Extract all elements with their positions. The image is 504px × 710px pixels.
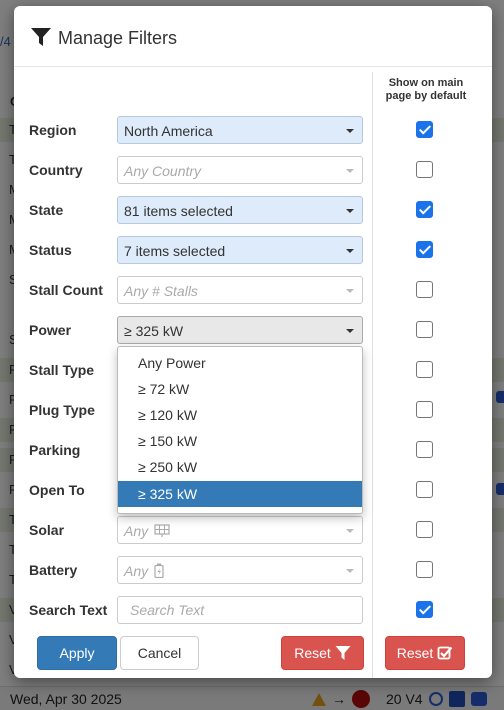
stall-type-show-checkbox[interactable] — [416, 361, 433, 378]
power-dropdown-menu: Any Power ≥ 72 kW ≥ 120 kW ≥ 150 kW ≥ 25… — [117, 346, 363, 514]
chevron-down-icon — [346, 569, 354, 573]
stall-type-label: Stall Type — [29, 362, 95, 378]
power-show-checkbox[interactable] — [416, 321, 433, 338]
chevron-down-icon — [346, 329, 354, 333]
search-text-input[interactable] — [117, 596, 363, 624]
country-select[interactable]: Any Country — [117, 156, 363, 184]
chevron-down-icon — [346, 169, 354, 173]
stall-count-select[interactable]: Any # Stalls — [117, 276, 363, 304]
status-select[interactable]: 7 items selected — [117, 236, 363, 264]
plug-type-label: Plug Type — [29, 402, 95, 418]
plug-type-show-checkbox[interactable] — [416, 401, 433, 418]
country-show-checkbox[interactable] — [416, 161, 433, 178]
region-show-checkbox[interactable] — [416, 121, 433, 138]
power-label: Power — [29, 322, 72, 338]
modal-title: Manage Filters — [58, 28, 178, 48]
battery-label: Battery — [29, 562, 78, 578]
state-show-checkbox[interactable] — [416, 201, 433, 218]
manage-filters-modal: Manage Filters Show on main page by defa… — [14, 6, 492, 678]
power-option-250[interactable]: ≥ 250 kW — [118, 454, 362, 480]
battery-select[interactable]: Any — [117, 556, 363, 584]
state-select[interactable]: 81 items selected — [117, 196, 363, 224]
battery-icon — [154, 563, 164, 578]
power-select[interactable]: ≥ 325 kW — [117, 316, 363, 344]
power-option-150[interactable]: ≥ 150 kW — [118, 428, 362, 454]
power-option-72[interactable]: ≥ 72 kW — [118, 376, 362, 402]
check-square-icon — [437, 646, 453, 660]
chevron-down-icon — [346, 249, 354, 253]
status-show-checkbox[interactable] — [416, 241, 433, 258]
stall-count-show-checkbox[interactable] — [416, 281, 433, 298]
chevron-down-icon — [346, 289, 354, 293]
open-to-label: Open To — [29, 482, 85, 498]
solar-panel-icon — [154, 524, 170, 537]
search-text-show-checkbox[interactable] — [416, 601, 433, 618]
parking-label: Parking — [29, 442, 81, 458]
solar-show-checkbox[interactable] — [416, 521, 433, 538]
search-text-label: Search Text — [29, 602, 108, 618]
country-label: Country — [29, 162, 83, 178]
region-label: Region — [29, 122, 77, 138]
status-label: Status — [29, 242, 72, 258]
cancel-button[interactable]: Cancel — [120, 636, 199, 670]
funnel-icon — [335, 646, 351, 660]
chevron-down-icon — [346, 129, 354, 133]
reset-defaults-button[interactable]: Reset — [385, 636, 465, 670]
funnel-icon — [31, 28, 51, 46]
power-option-120[interactable]: ≥ 120 kW — [118, 402, 362, 428]
apply-button[interactable]: Apply — [37, 636, 117, 670]
modal-header: Manage Filters — [14, 6, 492, 67]
parking-show-checkbox[interactable] — [416, 441, 433, 458]
power-option-325[interactable]: ≥ 325 kW — [118, 481, 362, 507]
power-option-any[interactable]: Any Power — [118, 350, 362, 376]
state-label: State — [29, 202, 64, 218]
chevron-down-icon — [346, 529, 354, 533]
open-to-show-checkbox[interactable] — [416, 481, 433, 498]
show-on-main-header: Show on main page by default — [385, 77, 467, 102]
solar-label: Solar — [29, 522, 65, 538]
column-divider — [372, 72, 373, 678]
solar-select[interactable]: Any — [117, 516, 363, 544]
reset-filters-button[interactable]: Reset — [281, 636, 364, 670]
chevron-down-icon — [346, 209, 354, 213]
stall-count-label: Stall Count — [29, 282, 103, 298]
battery-show-checkbox[interactable] — [416, 561, 433, 578]
region-select[interactable]: North America — [117, 116, 363, 144]
